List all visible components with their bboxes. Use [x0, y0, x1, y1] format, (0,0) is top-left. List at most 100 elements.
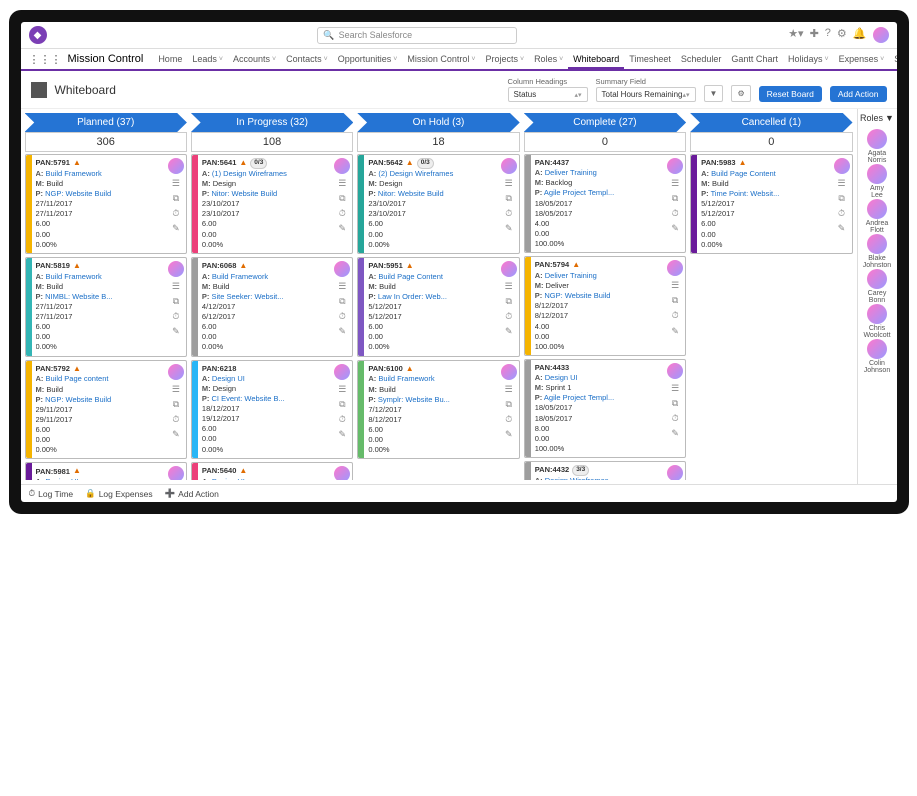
edit-icon[interactable]: ✎ — [339, 222, 347, 234]
edit-icon[interactable]: ✎ — [671, 325, 679, 337]
kanban-card[interactable]: PAN:4432 3/3A: Design WireframesM: Sprin… — [524, 461, 686, 480]
nav-leads[interactable]: Leads ˅ — [187, 51, 228, 67]
add-icon[interactable]: ✚ — [810, 27, 819, 43]
list-icon[interactable]: ☰ — [338, 383, 346, 395]
kanban-card[interactable]: PAN:5981 ▲A: Design UIM: DesignP: Time P… — [25, 462, 187, 480]
assignee-avatar[interactable] — [168, 158, 184, 174]
assignee-avatar[interactable] — [334, 261, 350, 277]
list-icon[interactable]: ☰ — [172, 177, 180, 189]
clock-icon[interactable]: ⏱ — [505, 413, 512, 425]
role-item[interactable]: AgataNorris — [863, 129, 891, 164]
reset-board-button[interactable]: Reset Board — [759, 86, 822, 102]
log-expenses-link[interactable]: 🔒 Log Expenses — [85, 488, 152, 499]
list-icon[interactable]: ☰ — [505, 383, 513, 395]
app-switcher-icon[interactable]: ⋮⋮⋮ — [29, 53, 62, 66]
list-icon[interactable]: ☰ — [837, 177, 845, 189]
list-icon[interactable]: ☰ — [172, 383, 180, 395]
edit-icon[interactable]: ✎ — [505, 428, 513, 440]
kanban-card[interactable]: PAN:6068 ▲A: Build FrameworkM: BuildP: S… — [191, 257, 353, 357]
favorite-icon[interactable]: ★▾ — [788, 27, 803, 43]
role-item[interactable]: ColinJohnson — [863, 339, 891, 374]
list-icon[interactable]: ☰ — [505, 177, 513, 189]
link-icon[interactable]: ⧉ — [173, 295, 179, 307]
edit-icon[interactable]: ✎ — [172, 222, 180, 234]
log-time-link[interactable]: ⏱ Log Time — [29, 488, 74, 499]
assignee-avatar[interactable] — [168, 261, 184, 277]
nav-roles[interactable]: Roles ˅ — [529, 51, 568, 67]
roles-panel-header[interactable]: Roles ▼ — [860, 113, 894, 123]
kanban-card[interactable]: PAN:5792 ▲A: Build Page contentM: BuildP… — [25, 360, 187, 460]
bell-icon[interactable]: 🔔 — [853, 27, 867, 43]
kanban-card[interactable]: PAN:6100 ▲A: Build FrameworkM: BuildP: S… — [357, 360, 519, 460]
list-icon[interactable]: ☰ — [671, 382, 679, 394]
kanban-card[interactable]: PAN:6218A: Design UIM: DesignP: CI Event… — [191, 360, 353, 459]
link-icon[interactable]: ⧉ — [672, 397, 678, 409]
user-avatar[interactable] — [873, 27, 889, 43]
clock-icon[interactable]: ⏱ — [672, 207, 679, 219]
link-icon[interactable]: ⧉ — [339, 295, 345, 307]
assignee-avatar[interactable] — [667, 260, 683, 276]
assignee-avatar[interactable] — [834, 158, 850, 174]
list-icon[interactable]: ☰ — [671, 279, 679, 291]
list-icon[interactable]: ☰ — [671, 177, 679, 189]
assignee-avatar[interactable] — [667, 158, 683, 174]
edit-icon[interactable]: ✎ — [339, 325, 347, 337]
gear-icon[interactable]: ⚙ — [837, 27, 847, 43]
settings-icon[interactable]: ⚙ — [731, 85, 750, 102]
assignee-avatar[interactable] — [334, 364, 350, 380]
link-icon[interactable]: ⧉ — [339, 192, 345, 204]
nav-home[interactable]: Home — [153, 51, 187, 67]
help-icon[interactable]: ? — [825, 27, 831, 43]
assignee-avatar[interactable] — [667, 363, 683, 379]
edit-icon[interactable]: ✎ — [505, 222, 513, 234]
nav-mission-control[interactable]: Mission Control ˅ — [402, 51, 480, 67]
nav-gantt-chart[interactable]: Gantt Chart — [726, 51, 783, 67]
nav-contacts[interactable]: Contacts ˅ — [281, 51, 333, 67]
add-action-button[interactable]: Add Action — [830, 86, 887, 102]
edit-icon[interactable]: ✎ — [671, 427, 679, 439]
link-icon[interactable]: ⧉ — [506, 295, 512, 307]
nav-whiteboard[interactable]: Whiteboard — [568, 51, 624, 69]
kanban-card[interactable]: PAN:5791 ▲A: Build FrameworkM: BuildP: N… — [25, 154, 187, 254]
list-icon[interactable]: ☰ — [338, 177, 346, 189]
clock-icon[interactable]: ⏱ — [172, 207, 179, 219]
kanban-card[interactable]: PAN:5951 ▲A: Build Page ContentM: BuildP… — [357, 257, 519, 357]
nav-skills[interactable]: Skills ˅ — [889, 51, 896, 67]
link-icon[interactable]: ⧉ — [173, 192, 179, 204]
nav-opportunities[interactable]: Opportunities ˅ — [333, 51, 403, 67]
clock-icon[interactable]: ⏱ — [339, 310, 346, 322]
clock-icon[interactable]: ⏱ — [339, 207, 346, 219]
kanban-card[interactable]: PAN:5983 ▲A: Build Page ContentM: BuildP… — [690, 154, 852, 254]
list-icon[interactable]: ☰ — [338, 280, 346, 292]
kanban-card[interactable]: PAN:5641 ▲ 0/3A: (1) Design WireframesM:… — [191, 154, 353, 254]
clock-icon[interactable]: ⏱ — [505, 310, 512, 322]
role-item[interactable]: CareyBonn — [863, 269, 891, 304]
link-icon[interactable]: ⧉ — [339, 398, 345, 410]
kanban-card[interactable]: PAN:5642 ▲ 0/3A: (2) Design WireframesM:… — [357, 154, 519, 254]
assignee-avatar[interactable] — [501, 261, 517, 277]
nav-projects[interactable]: Projects ˅ — [480, 51, 529, 67]
assignee-avatar[interactable] — [667, 465, 683, 480]
nav-scheduler[interactable]: Scheduler — [676, 51, 727, 67]
summary-field-select[interactable]: Total Hours Remaining▴▾ — [596, 87, 696, 102]
role-item[interactable]: AndreaFlott — [863, 199, 891, 234]
kanban-card[interactable]: PAN:4437A: Deliver TrainingM: BacklogP: … — [524, 154, 686, 253]
clock-icon[interactable]: ⏱ — [172, 413, 179, 425]
role-item[interactable]: BlakeJohnston — [863, 234, 891, 269]
edit-icon[interactable]: ✎ — [172, 325, 180, 337]
link-icon[interactable]: ⧉ — [672, 294, 678, 306]
clock-icon[interactable]: ⏱ — [838, 207, 845, 219]
edit-icon[interactable]: ✎ — [339, 428, 347, 440]
col-headings-select[interactable]: Status▴▾ — [508, 87, 588, 102]
role-item[interactable]: ChrisWoolcott — [863, 304, 891, 339]
kanban-card[interactable]: PAN:5819 ▲A: Build FrameworkM: BuildP: N… — [25, 257, 187, 357]
nav-accounts[interactable]: Accounts ˅ — [228, 51, 281, 67]
global-search[interactable]: 🔍 Search Salesforce — [317, 27, 517, 44]
edit-icon[interactable]: ✎ — [172, 428, 180, 440]
assignee-avatar[interactable] — [334, 158, 350, 174]
assignee-avatar[interactable] — [168, 364, 184, 380]
link-icon[interactable]: ⧉ — [672, 192, 678, 204]
role-item[interactable]: AmyLee — [863, 164, 891, 199]
list-icon[interactable]: ☰ — [505, 280, 513, 292]
link-icon[interactable]: ⧉ — [506, 192, 512, 204]
